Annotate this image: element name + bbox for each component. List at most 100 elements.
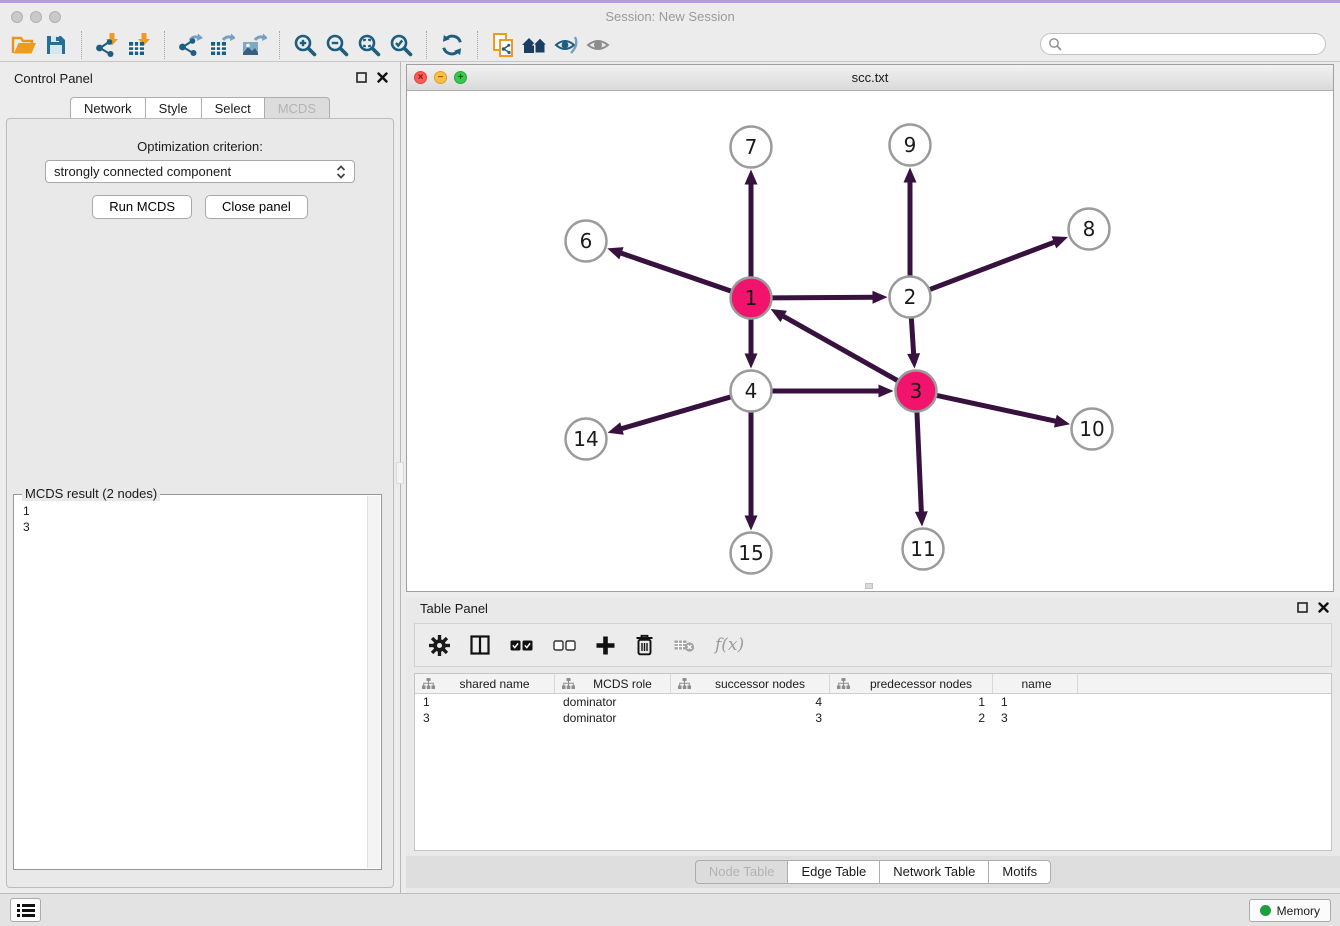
node-3[interactable]: 3: [896, 371, 937, 412]
float-table-panel-icon[interactable]: [1297, 602, 1308, 613]
search-input[interactable]: [1062, 36, 1325, 52]
network-window-titlebar[interactable]: × − + scc.txt: [407, 65, 1333, 91]
column-header-name[interactable]: name: [993, 674, 1078, 693]
hide-panel-eye-icon[interactable]: [551, 30, 583, 60]
control-panel: Control Panel Network Style Select MCDS …: [0, 62, 401, 893]
node-14[interactable]: 14: [566, 419, 607, 460]
add-row-plus-icon[interactable]: [596, 636, 615, 655]
column-header-shared-name[interactable]: shared name: [415, 674, 555, 693]
criterion-select[interactable]: strongly connected component: [45, 160, 355, 183]
duplicate-network-icon[interactable]: [487, 30, 519, 60]
edge-1-7[interactable]: [745, 170, 758, 279]
hierarchy-icon: [422, 678, 435, 689]
import-network-icon[interactable]: [91, 30, 123, 60]
node-8[interactable]: 8: [1069, 209, 1110, 250]
mcds-panel-body: Optimization criterion: strongly connect…: [6, 118, 394, 888]
column-header-successor-nodes[interactable]: successor nodes: [671, 674, 830, 693]
table-toolbar: f(x): [414, 623, 1332, 667]
tab-motifs[interactable]: Motifs: [988, 860, 1051, 884]
node-6[interactable]: 6: [566, 221, 607, 262]
delete-table-icon[interactable]: [674, 638, 695, 653]
export-image-icon[interactable]: [238, 30, 270, 60]
home-icon[interactable]: [519, 30, 551, 60]
tab-node-table[interactable]: Node Table: [695, 860, 788, 884]
zoom-in-icon[interactable]: [289, 30, 321, 60]
list-icon: [17, 903, 35, 918]
node-1[interactable]: 1: [731, 278, 772, 319]
edge-4-15[interactable]: [745, 411, 758, 531]
edge-4-14[interactable]: [608, 396, 733, 434]
mcds-result-legend: MCDS result (2 nodes): [22, 486, 160, 501]
close-table-panel-icon[interactable]: [1318, 602, 1329, 613]
table-row[interactable]: 3 dominator 3 2 3: [415, 710, 1331, 726]
column-header-predecessor-nodes[interactable]: predecessor nodes: [830, 674, 993, 693]
function-builder-icon[interactable]: f(x): [715, 635, 744, 655]
edge-4-3[interactable]: [771, 385, 894, 398]
splitter-grip[interactable]: [396, 462, 404, 484]
svg-text:6: 6: [580, 229, 593, 253]
network-close-button[interactable]: ×: [414, 71, 427, 84]
network-maximize-button[interactable]: +: [454, 71, 467, 84]
node-7[interactable]: 7: [731, 127, 772, 168]
table-settings-gear-icon[interactable]: [429, 635, 450, 656]
node-10[interactable]: 10: [1072, 409, 1113, 450]
node-2[interactable]: 2: [890, 277, 931, 318]
export-network-icon[interactable]: [174, 30, 206, 60]
close-panel-icon[interactable]: [377, 72, 388, 83]
node-15[interactable]: 15: [731, 533, 772, 574]
edge-3-10[interactable]: [935, 395, 1070, 427]
task-history-button[interactable]: [10, 898, 41, 922]
toolbar-separator: [477, 31, 478, 59]
delete-row-trash-icon[interactable]: [635, 634, 654, 656]
network-window-title: scc.txt: [407, 65, 1333, 90]
export-table-icon[interactable]: [206, 30, 238, 60]
canvas-resize-grip[interactable]: [865, 583, 873, 589]
mcds-result-line: 3: [23, 519, 373, 535]
open-session-icon[interactable]: [8, 30, 40, 60]
search-icon: [1048, 37, 1062, 51]
tab-network-table[interactable]: Network Table: [879, 860, 988, 884]
show-columns-icon[interactable]: [470, 635, 490, 655]
zoom-selected-icon[interactable]: [385, 30, 417, 60]
edge-2-9[interactable]: [904, 168, 917, 278]
node-4[interactable]: 4: [731, 371, 772, 412]
toolbar-separator: [279, 31, 280, 59]
svg-text:15: 15: [738, 541, 763, 565]
edge-1-2[interactable]: [770, 291, 887, 304]
network-canvas[interactable]: 7 9 6 8 1 2 4 3 14 10 15 11: [407, 91, 1333, 591]
svg-text:10: 10: [1079, 417, 1104, 441]
network-minimize-button[interactable]: −: [434, 71, 447, 84]
select-all-rows-icon[interactable]: [510, 640, 533, 651]
node-11[interactable]: 11: [903, 529, 944, 570]
column-header-mcds-role[interactable]: MCDS role: [555, 674, 671, 693]
run-mcds-button[interactable]: Run MCDS: [92, 195, 192, 219]
show-panel-eye-icon[interactable]: [583, 30, 615, 60]
edge-3-1[interactable]: [771, 309, 899, 381]
close-panel-button[interactable]: Close panel: [205, 195, 308, 219]
refresh-icon[interactable]: [436, 30, 468, 60]
table-row[interactable]: 1 dominator 4 1 1: [415, 694, 1331, 710]
mcds-result-text[interactable]: 1 3: [14, 495, 381, 535]
svg-text:7: 7: [745, 135, 758, 159]
select-stepper-icon: [336, 165, 346, 179]
zoom-fit-icon[interactable]: [353, 30, 385, 60]
tab-edge-table[interactable]: Edge Table: [787, 860, 879, 884]
mcds-result-line: 1: [23, 503, 373, 519]
mcds-result-scrollbar[interactable]: [367, 496, 380, 868]
network-view-window: × − + scc.txt 7 9 6 8 1 2 4 3 14 10 15 11: [406, 64, 1334, 592]
search-field[interactable]: [1040, 33, 1326, 55]
save-session-icon[interactable]: [40, 30, 72, 60]
edge-2-3[interactable]: [907, 316, 920, 368]
zoom-out-icon[interactable]: [321, 30, 353, 60]
node-9[interactable]: 9: [890, 125, 931, 166]
edge-3-11[interactable]: [915, 410, 928, 526]
edge-2-8[interactable]: [928, 236, 1068, 290]
edge-1-4[interactable]: [745, 318, 758, 369]
mcds-result-box: MCDS result (2 nodes) 1 3: [13, 494, 382, 870]
deselect-all-rows-icon[interactable]: [553, 640, 576, 651]
hierarchy-icon: [562, 678, 575, 689]
float-panel-icon[interactable]: [356, 72, 367, 83]
import-table-icon[interactable]: [123, 30, 155, 60]
memory-button[interactable]: Memory: [1249, 899, 1331, 922]
edge-1-6[interactable]: [607, 247, 732, 292]
